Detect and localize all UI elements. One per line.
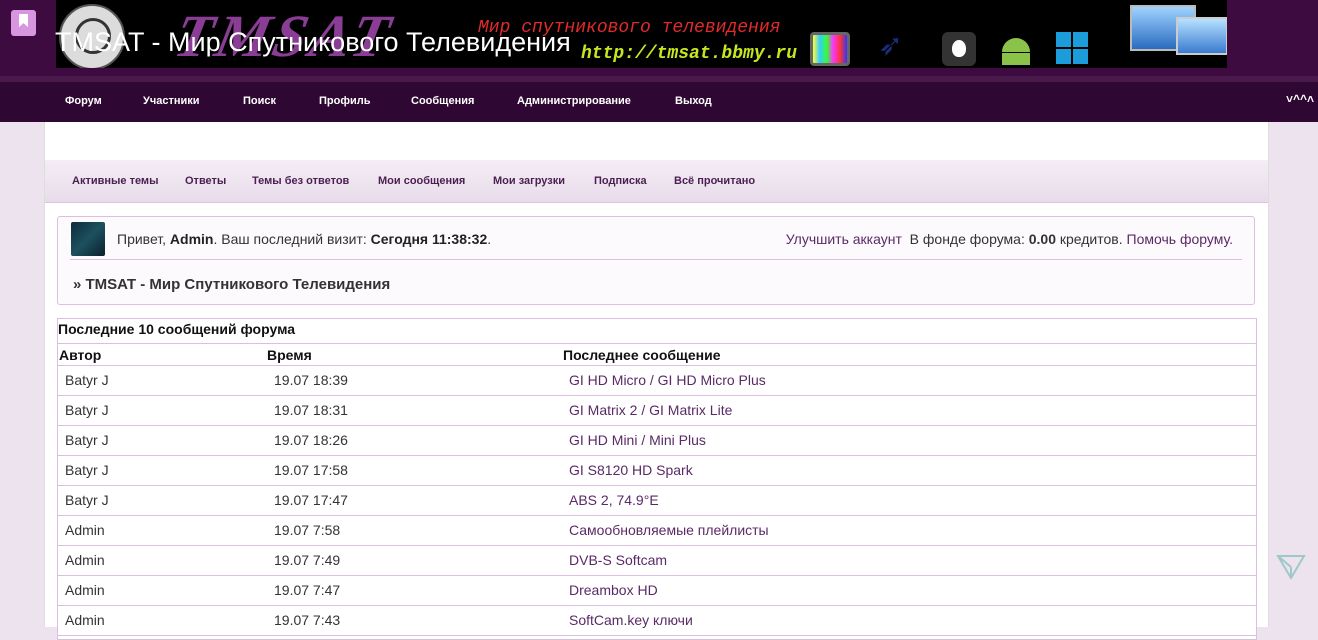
table-row: Admin 19.07 7:43 SoftCam.key ключи	[58, 605, 1256, 636]
subnav-replies[interactable]: Ответы	[185, 175, 226, 187]
table-row: Batyr J 19.07 17:47 ABS 2, 74.9°E	[58, 485, 1256, 516]
fund-value: 0.00	[1028, 231, 1056, 247]
row-time: 19.07 7:58	[274, 522, 341, 538]
computer-icon	[1126, 3, 1227, 65]
latest-posts-title: Последние 10 сообщений форума	[58, 321, 296, 337]
row-time: 19.07 18:31	[274, 402, 348, 418]
row-message-link[interactable]: GI HD Mini / Mini Plus	[569, 432, 706, 448]
row-author[interactable]: Admin	[65, 552, 105, 568]
tv-icon	[810, 32, 850, 66]
table-row: Batyr J 19.07 18:26 GI HD Mini / Mini Pl…	[58, 425, 1256, 456]
subnav-mark-read[interactable]: Всё прочитано	[674, 175, 755, 187]
row-time: 19.07 17:58	[274, 462, 348, 478]
row-message-link[interactable]: ABS 2, 74.9°E	[569, 492, 659, 508]
row-message-link[interactable]: GI S8120 HD Spark	[569, 462, 693, 478]
send-arrow-icon[interactable]	[1276, 553, 1306, 581]
row-time: 19.07 17:47	[274, 492, 348, 508]
upgrade-account-link[interactable]: Улучшить аккаунт	[786, 231, 902, 247]
table-row: Admin 19.07 7:47 Dreambox HD	[58, 575, 1256, 606]
site-title[interactable]: TMSAT - Мир Спутникового Телевидения	[55, 27, 571, 58]
last-visit-value: Сегодня 11:38:32	[370, 231, 488, 247]
subnav-my-posts[interactable]: Мои сообщения	[378, 175, 465, 187]
subnav-unanswered[interactable]: Темы без ответов	[252, 175, 349, 187]
row-message-link[interactable]: GI Matrix 2 / GI Matrix Lite	[569, 402, 732, 418]
col-time: Время	[267, 347, 312, 363]
row-author[interactable]: Batyr J	[65, 372, 109, 388]
windows-icon	[1056, 32, 1090, 66]
row-time: 19.07 7:43	[274, 612, 341, 628]
latest-posts-table: Последние 10 сообщений форума Автор Врем…	[57, 318, 1257, 640]
banner-url: http://tmsat.bbmy.ru	[581, 44, 798, 64]
breadcrumb[interactable]: » TMSAT - Мир Спутникового Телевидения	[73, 276, 390, 293]
nav-item-messages[interactable]: Сообщения	[411, 95, 474, 107]
apple-icon	[942, 32, 976, 66]
nav-item-members[interactable]: Участники	[143, 95, 200, 107]
table-row: Admin 19.07 7:58 Самообновляемые плейлис…	[58, 515, 1256, 546]
row-message-link[interactable]: Самообновляемые плейлисты	[569, 522, 769, 538]
row-author[interactable]: Admin	[65, 612, 105, 628]
bookmark-icon[interactable]	[11, 10, 36, 36]
row-message-link[interactable]: SoftCam.key ключи	[569, 612, 693, 628]
nav-item-forum[interactable]: Форум	[65, 95, 102, 107]
table-row: Admin 19.07 7:49 DVB-S Softcam	[58, 545, 1256, 576]
row-message-link[interactable]: DVB-S Softcam	[569, 552, 667, 568]
row-time: 19.07 7:49	[274, 552, 341, 568]
fund-unit: кредитов.	[1059, 231, 1123, 247]
nav-item-search[interactable]: Поиск	[243, 95, 276, 107]
row-time: 19.07 18:39	[274, 372, 348, 388]
row-time: 19.07 7:47	[274, 582, 341, 598]
sub-nav: Активные темы Ответы Темы без ответов Мо…	[45, 160, 1268, 203]
col-author: Автор	[59, 347, 102, 363]
row-author[interactable]: Admin	[65, 582, 105, 598]
table-row: Batyr J 19.07 18:31 GI Matrix 2 / GI Mat…	[58, 395, 1256, 426]
greeting: Привет, Admin. Ваш последний визит: Сего…	[117, 231, 492, 247]
greet-prefix: Привет,	[117, 231, 167, 247]
table-row: Batyr J 19.07 17:58 GI S8120 HD Spark	[58, 455, 1256, 486]
main-content: Активные темы Ответы Темы без ответов Мо…	[44, 122, 1269, 640]
row-author[interactable]: Batyr J	[65, 462, 109, 478]
android-icon	[999, 32, 1033, 66]
avatar[interactable]	[71, 222, 105, 256]
username: Admin	[169, 231, 214, 247]
rocket-icon: ➶	[878, 29, 904, 62]
row-author[interactable]: Batyr J	[65, 492, 109, 508]
row-author[interactable]: Admin	[65, 522, 105, 538]
divider	[70, 259, 1242, 260]
row-message-link[interactable]: GI HD Micro / GI HD Micro Plus	[569, 372, 766, 388]
table-header: Автор Время Последнее сообщение	[58, 343, 1256, 366]
subnav-active-topics[interactable]: Активные темы	[72, 175, 158, 187]
subnav-subscriptions[interactable]: Подписка	[594, 175, 647, 187]
table-row: Batyr J 19.07 18:39 GI HD Micro / GI HD …	[58, 365, 1256, 396]
row-author[interactable]: Batyr J	[65, 402, 109, 418]
col-message: Последнее сообщение	[563, 347, 721, 363]
fund-label: В фонде форума:	[909, 231, 1025, 247]
last-visit-label: . Ваш последний визит:	[213, 231, 367, 247]
scroll-toggle-icon[interactable]: ˅^^˄	[1286, 92, 1314, 106]
nav-item-admin[interactable]: Администрирование	[517, 95, 631, 107]
welcome-box: Привет, Admin. Ваш последний визит: Сего…	[57, 216, 1255, 305]
forum-fund: Улучшить аккаунт В фонде форума: 0.00 кр…	[786, 231, 1233, 247]
row-time: 19.07 18:26	[274, 432, 348, 448]
row-message-link[interactable]: Dreambox HD	[569, 582, 658, 598]
nav-item-profile[interactable]: Профиль	[319, 95, 370, 107]
main-nav: Форум Участники Поиск Профиль Сообщения …	[0, 82, 1318, 122]
nav-item-logout[interactable]: Выход	[675, 95, 712, 107]
help-forum-link[interactable]: Помочь форуму.	[1127, 231, 1233, 247]
subnav-my-uploads[interactable]: Мои загрузки	[493, 175, 565, 187]
row-author[interactable]: Batyr J	[65, 432, 109, 448]
